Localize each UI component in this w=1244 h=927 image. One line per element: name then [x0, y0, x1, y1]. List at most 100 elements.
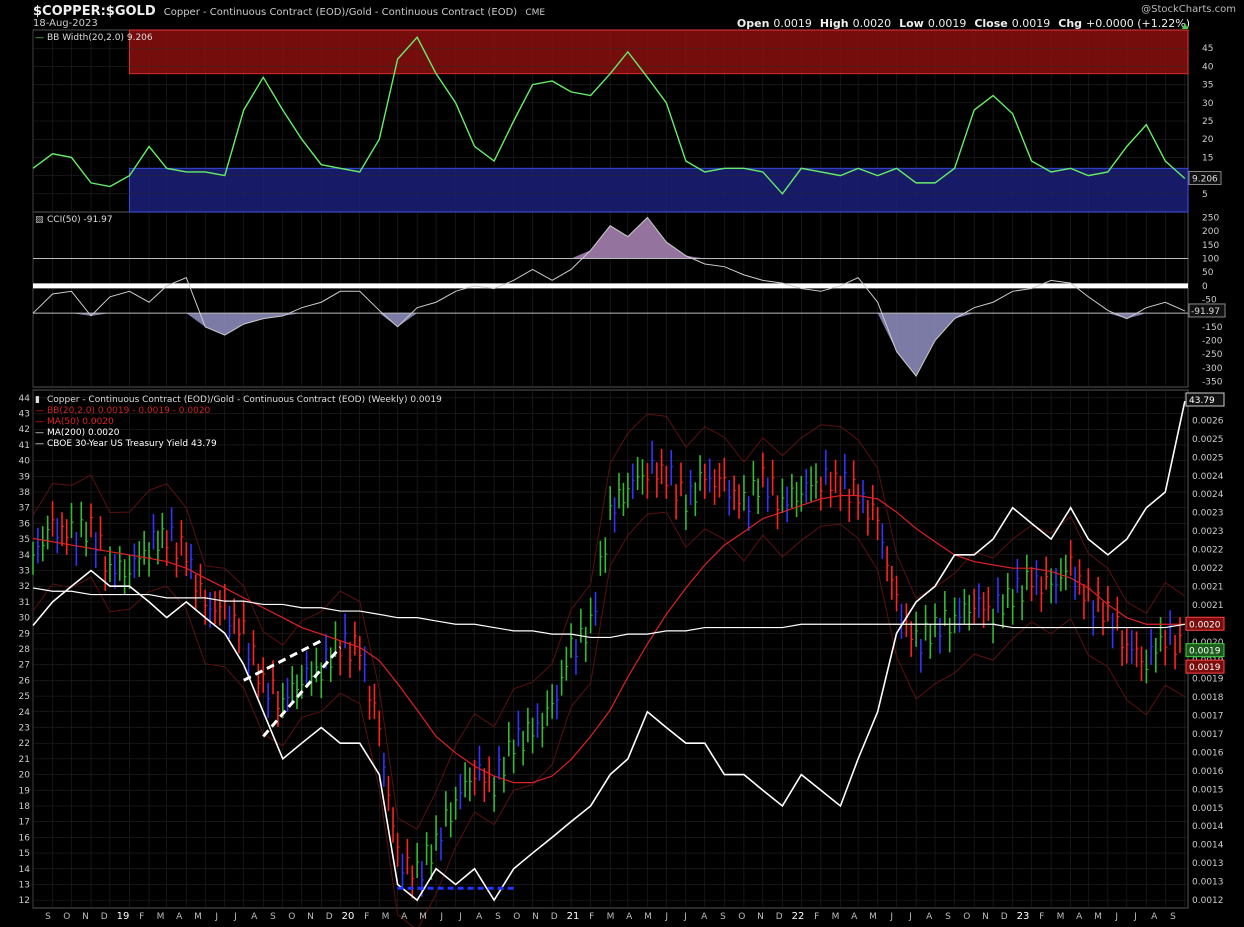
right-tick-label: 0.0025 — [1192, 435, 1224, 445]
x-axis-label: J — [683, 912, 687, 922]
x-axis-label: 22 — [792, 911, 805, 922]
cci-tick-label: 200 — [1202, 227, 1219, 237]
value-box-label: 0.0019 — [1189, 647, 1221, 657]
price-legend-item: Copper - Continuous Contract (EOD)/Gold … — [47, 395, 442, 405]
right-tick-label: 0.0024 — [1192, 490, 1224, 500]
right-tick-label: 0.0021 — [1192, 582, 1224, 592]
x-axis-label: S — [1170, 912, 1176, 922]
left-tick-label: 25 — [19, 692, 30, 702]
x-axis-label: M — [194, 912, 202, 922]
right-tick-label: 0.0014 — [1192, 841, 1224, 851]
right-tick-label: 0.0014 — [1192, 822, 1224, 832]
cci-tick-label: 150 — [1202, 241, 1219, 251]
cci-last-label: -91.97 — [1191, 307, 1220, 317]
x-axis-label: D — [551, 912, 558, 922]
x-axis-label: 21 — [567, 911, 580, 922]
x-axis-label: D — [326, 912, 333, 922]
left-tick-label: 27 — [19, 661, 30, 671]
chart-canvas: 51015202530354045—BB Width(20,2.0) 9.206… — [19, 29, 1226, 927]
x-axis-label: F — [1039, 912, 1044, 922]
left-tick-label: 39 — [19, 472, 31, 482]
x-axis-label: M — [832, 912, 840, 922]
left-tick-label: 12 — [19, 896, 30, 906]
x-axis-label: F — [589, 912, 594, 922]
right-tick-label: 0.0022 — [1192, 564, 1224, 574]
right-tick-label: 0.0012 — [1192, 896, 1224, 906]
value-box-label: 43.79 — [1189, 396, 1215, 406]
left-tick-label: 26 — [19, 676, 31, 686]
cci-tick-label: -150 — [1202, 323, 1223, 333]
x-axis-label: N — [982, 912, 989, 922]
x-axis-label: F — [139, 912, 144, 922]
x-axis-label: S — [945, 912, 951, 922]
right-tick-label: 0.0021 — [1192, 601, 1224, 611]
chart-root: $COPPER:$GOLD Copper - Continuous Contra… — [0, 0, 1244, 927]
x-axis-label: A — [851, 912, 858, 922]
x-axis-label: A — [251, 912, 258, 922]
left-tick-label: 44 — [19, 394, 31, 404]
price-legend-swatch: — — [35, 428, 44, 438]
cci-tick-label: 0 — [1202, 282, 1208, 292]
x-axis-label: J — [908, 912, 912, 922]
x-axis-label: N — [82, 912, 89, 922]
left-tick-label: 23 — [19, 723, 30, 733]
price-legend-item: MA(200) 0.0020 — [47, 428, 120, 438]
x-axis-label: O — [288, 912, 295, 922]
x-axis-label: S — [495, 912, 501, 922]
price-legend-item: BB(20,2.0) 0.0019 - 0.0019 - 0.0020 — [47, 406, 211, 416]
x-axis-label: J — [1114, 912, 1118, 922]
bbwidth-tick-label: 35 — [1202, 81, 1213, 91]
x-axis-label: O — [513, 912, 520, 922]
x-axis-label: D — [101, 912, 108, 922]
x-axis-label: 23 — [1017, 911, 1030, 922]
left-tick-label: 29 — [19, 629, 31, 639]
x-axis-label: J — [889, 912, 893, 922]
bbwidth-tick-label: 20 — [1202, 135, 1214, 145]
price-legend-item: CBOE 30-Year US Treasury Yield 43.79 — [47, 439, 217, 449]
x-axis-label: S — [45, 912, 51, 922]
x-axis-label: A — [476, 912, 483, 922]
x-axis-label: A — [1076, 912, 1083, 922]
x-axis-label: M — [382, 912, 390, 922]
x-axis-label: O — [63, 912, 70, 922]
x-axis-label: J — [458, 912, 462, 922]
right-tick-label: 0.0016 — [1192, 748, 1224, 758]
left-tick-label: 41 — [19, 441, 30, 451]
right-tick-label: 0.0013 — [1192, 859, 1224, 869]
right-tick-label: 0.0017 — [1192, 712, 1224, 722]
x-axis-label: J — [664, 912, 668, 922]
bbwidth-tick-label: 30 — [1202, 99, 1214, 109]
bbwidth-legend: BB Width(20,2.0) 9.206 — [47, 33, 153, 43]
left-tick-label: 42 — [19, 425, 30, 435]
left-tick-label: 37 — [19, 504, 30, 514]
x-axis-label: A — [176, 912, 183, 922]
x-axis-label: A — [701, 912, 708, 922]
left-tick-label: 16 — [19, 833, 31, 843]
bbwidth-tick-label: 15 — [1202, 153, 1213, 163]
price-legend-item: MA(50) 0.0020 — [47, 417, 114, 427]
x-axis-label: F — [814, 912, 819, 922]
right-tick-label: 0.0025 — [1192, 453, 1224, 463]
left-tick-label: 22 — [19, 739, 30, 749]
x-axis-label: N — [757, 912, 764, 922]
price-legend-swatch: ▮ — [35, 395, 40, 405]
cci-tick-label: -250 — [1202, 350, 1223, 360]
x-axis-label: D — [776, 912, 783, 922]
cci-overbought-fill — [33, 217, 1185, 259]
left-tick-label: 24 — [19, 708, 31, 718]
cci-legend: CCI(50) -91.97 — [47, 215, 113, 225]
left-tick-label: 20 — [19, 771, 31, 781]
left-tick-label: 19 — [19, 786, 31, 796]
x-axis-label: O — [963, 912, 970, 922]
x-axis-label: F — [364, 912, 369, 922]
left-tick-label: 32 — [19, 582, 30, 592]
left-tick-label: 28 — [19, 645, 31, 655]
left-tick-label: 38 — [19, 488, 31, 498]
price-legend-swatch: — — [35, 417, 44, 427]
x-axis-label: M — [157, 912, 165, 922]
right-tick-label: 0.0023 — [1192, 509, 1224, 519]
left-tick-label: 14 — [19, 865, 31, 875]
value-box-label: 0.0020 — [1189, 620, 1221, 630]
treasury-yield-line — [32, 400, 1186, 902]
bbwidth-legend-swatch: — — [35, 33, 44, 43]
